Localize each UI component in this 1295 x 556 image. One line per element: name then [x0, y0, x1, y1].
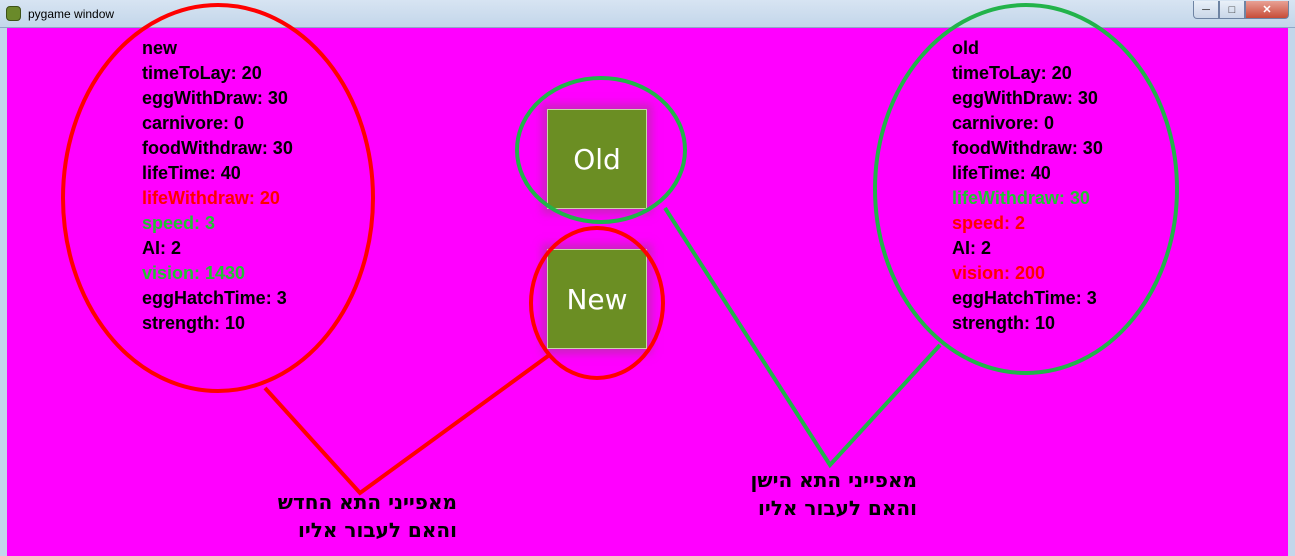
old-annotation-line2: והאם לעבור אליו — [758, 496, 917, 520]
annotation-overlay — [61, 3, 1179, 496]
old-stats-circle — [873, 3, 1179, 375]
new-annotation-line2: והאם לעבור אליו — [298, 518, 457, 542]
new-stats-circle — [61, 3, 375, 393]
old-annotation-line1: מאפייני התא הישן — [750, 468, 917, 492]
old-annotation-pointer — [663, 206, 942, 469]
old-cell-annotation: מאפייני התא הישן והאם לעבור אליו — [700, 466, 917, 522]
new-cell-annotation: מאפייני התא החדש והאם לעבור אליו — [240, 488, 457, 544]
new-annotation-line1: מאפייני התא החדש — [277, 490, 457, 514]
old-button-circle — [515, 76, 687, 224]
new-annotation-pointer — [263, 354, 550, 496]
new-button-circle — [529, 226, 665, 380]
